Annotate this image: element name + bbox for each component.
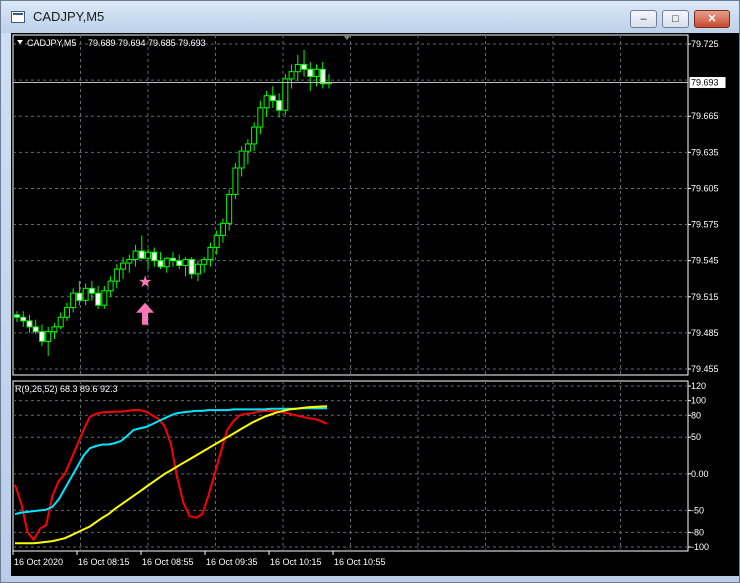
ohlc-label: 79.689 79.694 79.685 79.693 [88,38,206,48]
time-tick-label: 16 Oct 09:35 [206,557,258,567]
price-tick-label: 79.635 [691,147,719,157]
indicator-tick-label: -50 [691,505,704,515]
candle-body [132,250,139,260]
time-tick-label: 16 Oct 08:15 [78,557,130,567]
candle-body [238,150,245,169]
time-tick-label: 16 Oct 10:15 [270,557,322,567]
candle-body [57,316,64,328]
indicator-tick-label: 0.00 [691,469,709,479]
candle-body [232,167,239,195]
chart-grid [12,34,689,552]
chart-shift-icon [343,35,351,40]
candle-body [288,71,295,80]
candle-body [319,68,326,85]
candle-body [294,63,301,73]
candle-body [157,260,164,268]
candle-body [76,292,83,301]
candle-body [45,331,52,342]
candle-body [182,258,189,266]
close-button[interactable]: ✕ [694,10,730,28]
candle-body [14,314,20,318]
price-tick-label: 79.455 [691,364,719,374]
chart-menu-triangle-icon [17,40,23,44]
signal-star-icon: ★ [138,272,152,291]
candle-body [244,143,251,152]
indicator-tick-label: -80 [691,527,704,537]
minimize-button[interactable]: – [630,10,657,28]
candle-body [207,246,214,260]
candle-body [26,320,33,328]
time-tick-label: 16 Oct 2020 [14,557,63,567]
current-price-label: 79.693 [691,78,719,88]
candle-body [107,280,114,292]
candle-body [151,251,158,262]
indicator-label: R(9,26,52) 68.3 89.6 92.3 [15,384,118,394]
window-title: CADJPY,M5 [33,9,105,24]
price-tick-label: 79.575 [691,220,719,230]
candle-body [257,107,264,128]
symbol-label: CADJPY,M5 [27,38,76,48]
buy-arrow-icon [136,302,155,325]
candle-body [194,263,201,275]
price-chart-canvas[interactable]: 79.72579.69579.66579.63579.60579.57579.5… [11,33,739,576]
candle-body [263,95,270,109]
price-tick-label: 79.515 [691,292,719,302]
candle-body [188,258,195,275]
candle-body [51,326,58,333]
candle-body [276,100,283,111]
candle-body [113,268,120,282]
overlay-layer: 79.693 ★ CADJPY,M5 79.689 79.694 79.685 79.… [13,35,727,394]
price-tick-label: 79.725 [691,39,719,49]
candle-body [213,234,220,248]
candle-body [101,290,108,306]
indicator-line-yellow [15,405,328,545]
candle-body [282,78,289,111]
candle-body [38,331,45,342]
candle-body [95,292,102,306]
candle-body [307,68,314,78]
candles-layer [14,50,332,356]
candle-body [32,326,39,333]
candle-body [126,258,133,264]
indicator-tick-label: 80 [691,410,701,420]
price-tick-label: 79.665 [691,111,719,121]
time-tick-label: 16 Oct 10:55 [334,557,386,567]
candle-body [88,287,95,294]
indicator-layer [14,405,328,545]
price-tick-label: 79.605 [691,183,719,193]
candle-body [70,292,77,309]
candle-body [313,68,320,78]
price-axis: 79.72579.69579.66579.63579.60579.57579.5… [688,39,719,552]
candle-body [219,222,226,236]
candle-body [163,257,170,268]
chart-window-icon [11,11,25,23]
candle-body [226,193,233,224]
indicator-tick-label: 50 [691,432,701,442]
candle-body [63,307,70,318]
candle-body [251,126,258,145]
indicator-line-red [14,409,328,542]
time-axis: 16 Oct 2020 16 Oct 08:15 16 Oct 08:55 16 Oc… [12,551,386,567]
title-bar[interactable]: CADJPY,M5 – □ ✕ [1,1,739,33]
candle-body [145,251,152,259]
chart-window: CADJPY,M5 – □ ✕ 79.72579.69579.66579.635… [0,0,740,583]
candle-body [301,63,308,70]
candle-body [82,287,89,301]
candle-body [170,257,176,262]
maximize-button[interactable]: □ [662,10,689,28]
chart-area[interactable]: 79.72579.69579.66579.63579.60579.57579.5… [11,33,739,576]
candle-body [269,95,276,102]
indicator-line-cyan [14,407,327,516]
time-tick-label: 16 Oct 08:55 [142,557,194,567]
candle-body [138,250,145,259]
candle-body [20,316,27,322]
candle-body [201,258,208,265]
price-tick-label: 79.485 [691,328,719,338]
indicator-tick-label: 120 [691,381,706,391]
candle-body [176,260,183,266]
price-tick-label: 79.545 [691,256,719,266]
candle-body [120,262,127,270]
indicator-tick-label: -100 [691,542,709,552]
indicator-tick-label: 100 [691,396,706,406]
